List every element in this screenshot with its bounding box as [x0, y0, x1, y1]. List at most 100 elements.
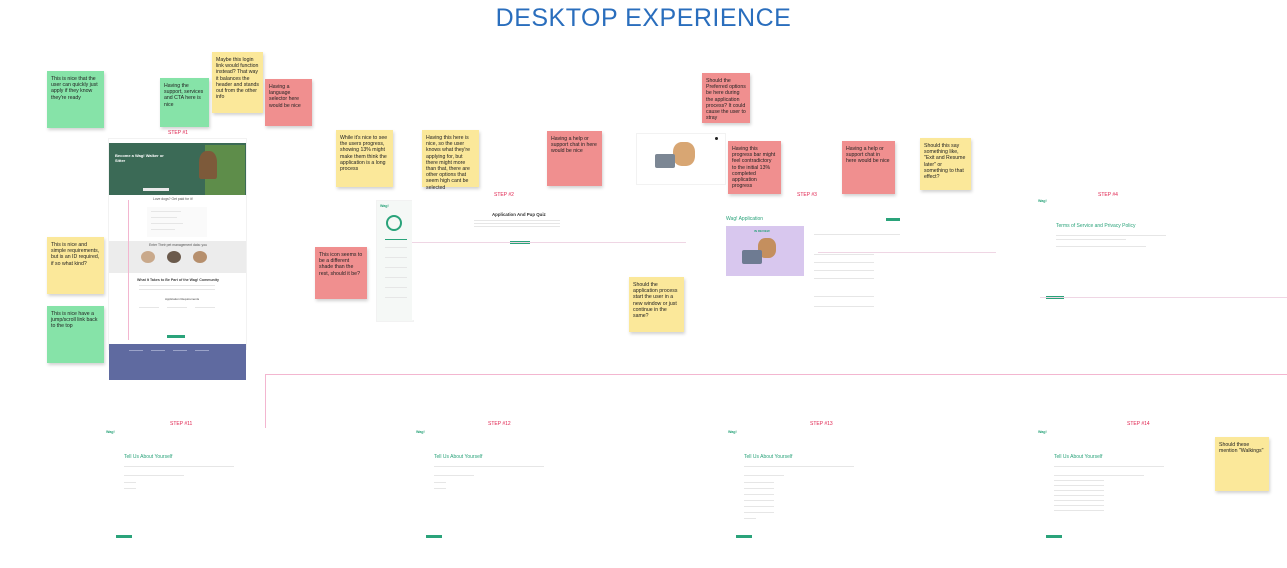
option-item[interactable] — [744, 482, 774, 483]
dog-illustration — [199, 151, 217, 179]
step-11-screen: Wag! Tell Us About Yourself — [106, 428, 376, 542]
option-item[interactable] — [434, 482, 446, 483]
quiz-text — [474, 226, 560, 227]
benefit-line — [151, 211, 181, 212]
application-heading: Wag! Application — [726, 216, 764, 222]
note-help-chat-step2: Having a help or support chat in here wo… — [547, 131, 602, 186]
connector-line — [412, 242, 686, 243]
note-progress-bar: Having this progress bar might feel cont… — [728, 141, 781, 194]
option-item[interactable] — [744, 518, 756, 519]
option-item[interactable] — [1054, 505, 1104, 506]
laptop-illustration — [655, 154, 675, 168]
option-item[interactable] — [124, 482, 136, 483]
note-support-services: Having the support, services and CTA her… — [160, 78, 209, 127]
option-item[interactable] — [434, 488, 446, 489]
share-heading: Enter Their pet management data: you — [149, 243, 207, 247]
sidebar-step[interactable] — [385, 239, 407, 240]
next-button[interactable] — [426, 535, 442, 538]
terms-checkbox[interactable] — [1056, 246, 1146, 247]
share-section: Enter Their pet management data: you — [109, 241, 246, 273]
option-item[interactable] — [124, 488, 136, 489]
community-text — [139, 285, 215, 286]
hero-image: Become a Wag! Walker or Sitter — [109, 143, 246, 195]
benefit-line — [151, 223, 183, 224]
laptop-illustration — [742, 250, 762, 264]
next-button[interactable] — [116, 535, 132, 538]
terms-text — [1056, 235, 1166, 236]
option-item[interactable] — [744, 494, 774, 495]
wag-logo: Wag! — [380, 204, 389, 208]
step-13-label: STEP #13 — [810, 421, 833, 427]
note-progress-percentage: While it's nice to see the users progres… — [336, 130, 393, 187]
step-14-label: STEP #14 — [1127, 421, 1150, 427]
checklist-item — [814, 254, 874, 255]
note-login-link: Maybe this login link would function ins… — [212, 52, 263, 113]
option-item[interactable] — [1054, 500, 1104, 501]
hero-input[interactable] — [143, 188, 169, 191]
option-item[interactable] — [744, 500, 774, 501]
question-text — [1054, 466, 1164, 467]
community-text — [139, 289, 215, 290]
dog-modal — [636, 133, 726, 185]
checklist-item — [814, 262, 874, 263]
quiz-heading: Application And Pup Quiz — [492, 212, 546, 217]
exit-button[interactable] — [886, 218, 900, 221]
terms-text — [1056, 239, 1126, 240]
sidebar-step[interactable] — [385, 247, 407, 248]
wag-logo: Wag! — [1038, 430, 1047, 434]
question-text — [124, 466, 234, 467]
question-text — [744, 466, 854, 467]
sidebar-step[interactable] — [385, 257, 407, 258]
sidebar-step[interactable] — [385, 267, 407, 268]
question-text — [744, 475, 784, 476]
footer-link[interactable] — [151, 350, 165, 351]
checklist-item — [814, 270, 874, 271]
note-help-chat-step3: Having a help or support chat in here wo… — [842, 141, 895, 194]
close-icon[interactable] — [715, 137, 718, 140]
next-button[interactable] — [1046, 535, 1062, 538]
apply-button[interactable] — [167, 335, 185, 338]
tell-heading: Tell Us About Yourself — [744, 454, 793, 460]
option-item[interactable] — [1054, 485, 1104, 486]
option-item[interactable] — [1054, 490, 1104, 491]
wag-logo: Wag! — [728, 430, 737, 434]
benefits-list — [147, 207, 207, 237]
review-banner: IN REVIEW — [726, 226, 804, 276]
step-3-label: STEP #3 — [797, 192, 817, 198]
hero-title: Become a Wag! Walker or Sitter — [115, 153, 164, 163]
question-text — [434, 466, 544, 467]
sidebar-step[interactable] — [385, 297, 407, 298]
note-jump-link: This is nice have a jump/scroll link bac… — [47, 306, 104, 363]
person-avatar — [167, 251, 181, 263]
wag-logo: Wag! — [416, 430, 425, 434]
step-2-label: STEP #2 — [494, 192, 514, 198]
note-exit-resume: Should this say something like, "Exit an… — [920, 138, 971, 190]
step-12-label: STEP #12 — [488, 421, 511, 427]
note-requirements-id: This is nice and simple requirements, bu… — [47, 237, 104, 294]
note-applying-for: Having this here is nice, so the user kn… — [422, 130, 479, 191]
option-item[interactable] — [1054, 495, 1104, 496]
tell-heading: Tell Us About Yourself — [1054, 454, 1103, 460]
footer-link[interactable] — [129, 350, 143, 351]
footer-link[interactable] — [173, 350, 187, 351]
option-item[interactable] — [1054, 510, 1104, 511]
progress-ring — [386, 215, 402, 231]
footer-link[interactable] — [195, 350, 209, 351]
tell-heading: Tell Us About Yourself — [124, 454, 173, 460]
person-avatar — [141, 251, 155, 263]
note-language-selector: Having a language selector here would be… — [265, 79, 312, 126]
wag-logo: Wag! — [106, 430, 115, 434]
requirement-item — [195, 307, 215, 308]
question-text — [1054, 475, 1144, 476]
next-button[interactable] — [736, 535, 752, 538]
option-item[interactable] — [744, 512, 774, 513]
option-item[interactable] — [1054, 480, 1104, 481]
sidebar-step[interactable] — [385, 287, 407, 288]
option-item[interactable] — [744, 488, 774, 489]
step-11-label: STEP #11 — [170, 421, 193, 427]
progress-sidebar: Wag! — [376, 200, 414, 322]
sidebar-step[interactable] — [385, 277, 407, 278]
option-item[interactable] — [744, 506, 774, 507]
requirements-heading: Application Requirements — [165, 297, 200, 301]
checklist-item — [814, 306, 874, 307]
